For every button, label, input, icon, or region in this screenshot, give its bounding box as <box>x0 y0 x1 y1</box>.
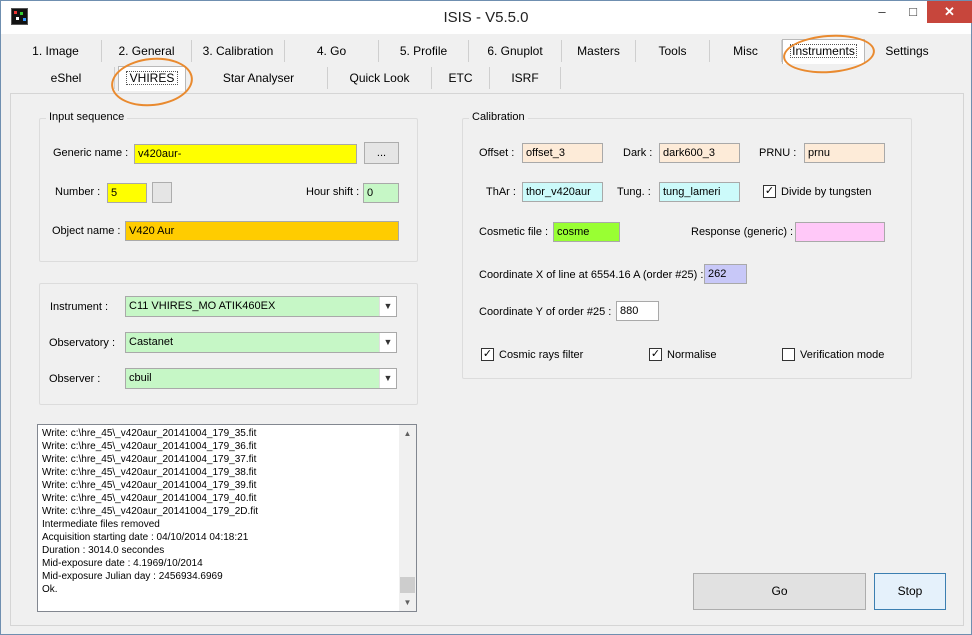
object-name-label: Object name : <box>52 225 121 237</box>
dark-field[interactable]: dark600_3 <box>659 143 740 163</box>
log-line: Mid-exposure Julian day : 2456934.6969 <box>42 571 223 582</box>
chevron-down-icon: ▼ <box>379 297 396 316</box>
generic-name-label: Generic name : <box>53 147 129 159</box>
tab-star-analyser[interactable]: Star Analyser <box>190 67 328 89</box>
observatory-value: Castanet <box>129 336 174 348</box>
observer-label: Observer : <box>49 373 101 385</box>
chevron-down-icon: ▼ <box>379 333 396 352</box>
minimize-button[interactable]: – <box>867 1 897 23</box>
log-line: Write: c:\hre_45\_v420aur_20141004_179_2… <box>42 506 259 517</box>
tab-etc[interactable]: ETC <box>432 67 490 89</box>
normalise-checkbox[interactable]: ✓ <box>649 348 662 361</box>
hour-shift-label: Hour shift : <box>306 186 360 198</box>
observatory-select[interactable]: Castanet ▼ <box>125 332 397 353</box>
tab-calibration[interactable]: 3. Calibration <box>192 40 285 62</box>
verification-mode-checkbox[interactable] <box>782 348 795 361</box>
log-line: Acquisition starting date : 04/10/2014 0… <box>42 532 249 543</box>
observer-select[interactable]: cbuil ▼ <box>125 368 397 389</box>
log-line: Write: c:\hre_45\_v420aur_20141004_179_3… <box>42 454 257 465</box>
thar-field[interactable]: thor_v420aur <box>522 182 603 202</box>
number-field[interactable]: 5 <box>107 183 147 203</box>
tab-masters[interactable]: Masters <box>562 40 636 62</box>
tab-quick-look[interactable]: Quick Look <box>328 67 432 89</box>
isis-window: ISIS - V5.5.0 – □ ✕ 1. Image 2. General … <box>0 0 972 635</box>
tab-image[interactable]: 1. Image <box>10 40 102 62</box>
instrument-label: Instrument : <box>50 301 109 313</box>
offset-field[interactable]: offset_3 <box>522 143 603 163</box>
response-field[interactable] <box>795 222 885 242</box>
log-line: Intermediate files removed <box>42 519 160 530</box>
tab-gnuplot[interactable]: 6. Gnuplot <box>469 40 562 62</box>
input-sequence-title: Input sequence <box>46 111 128 123</box>
observer-value: cbuil <box>129 372 152 384</box>
observatory-label: Observatory : <box>49 337 116 349</box>
window-title: ISIS - V5.5.0 <box>443 9 529 26</box>
tung-field[interactable]: tung_lameri <box>659 182 740 202</box>
scroll-down-icon[interactable]: ▼ <box>399 594 416 611</box>
chevron-down-icon: ▼ <box>379 369 396 388</box>
browse-button[interactable]: ... <box>364 142 399 164</box>
log-output[interactable]: Write: c:\hre_45\_v420aur_20141004_179_3… <box>37 424 417 612</box>
instrument-value: C11 VHIRES_MO ATIK460EX <box>129 300 276 312</box>
maximize-button[interactable]: □ <box>899 1 927 23</box>
cosmic-rays-label: Cosmic rays filter <box>499 349 584 361</box>
cosmic-rays-checkbox[interactable]: ✓ <box>481 348 494 361</box>
log-line: Duration : 3014.0 secondes <box>42 545 165 556</box>
prnu-label: PRNU : <box>759 147 797 159</box>
divide-by-tungsten-checkbox[interactable]: ✓ <box>763 185 776 198</box>
verification-mode-label: Verification mode <box>800 349 885 361</box>
close-button[interactable]: ✕ <box>927 1 972 23</box>
tab-settings[interactable]: Settings <box>870 40 944 62</box>
go-button[interactable]: Go <box>693 573 866 610</box>
prnu-field[interactable]: prnu <box>804 143 885 163</box>
coord-y-field[interactable]: 880 <box>616 301 659 321</box>
number-label: Number : <box>55 186 101 198</box>
tab-go[interactable]: 4. Go <box>285 40 379 62</box>
coord-x-label: Coordinate X of line at 6554.16 A (order… <box>479 269 704 281</box>
log-line: Write: c:\hre_45\_v420aur_20141004_179_3… <box>42 441 257 452</box>
cosmetic-file-label: Cosmetic file : <box>479 226 549 238</box>
normalise-label: Normalise <box>667 349 717 361</box>
dark-label: Dark : <box>623 147 653 159</box>
coord-x-field[interactable]: 262 <box>704 264 747 284</box>
log-line: Write: c:\hre_45\_v420aur_20141004_179_3… <box>42 480 257 491</box>
calibration-title: Calibration <box>469 111 528 123</box>
cosmetic-file-field[interactable]: cosme <box>553 222 620 242</box>
object-name-field[interactable]: V420 Aur <box>125 221 399 241</box>
number-button[interactable] <box>152 182 172 203</box>
response-label: Response (generic) : <box>691 226 794 238</box>
tab-isrf[interactable]: ISRF <box>490 67 561 89</box>
coord-y-label: Coordinate Y of order #25 : <box>479 306 612 318</box>
log-line: Write: c:\hre_45\_v420aur_20141004_179_3… <box>42 428 257 439</box>
log-lines: Write: c:\hre_45\_v420aur_20141004_179_3… <box>42 427 398 596</box>
tab-eshel[interactable]: eShel <box>18 67 115 89</box>
log-line: Mid-exposure date : 4.1969/10/2014 <box>42 558 203 569</box>
log-line: Ok. <box>42 584 58 595</box>
log-line: Write: c:\hre_45\_v420aur_20141004_179_3… <box>42 467 257 478</box>
tab-profile[interactable]: 5. Profile <box>379 40 469 62</box>
scroll-thumb[interactable] <box>400 577 415 593</box>
scroll-up-icon[interactable]: ▲ <box>399 425 416 442</box>
generic-name-field[interactable]: v420aur- <box>134 144 357 164</box>
title-bar: ISIS - V5.5.0 – □ ✕ <box>1 1 972 34</box>
tung-label: Tung. : <box>617 186 651 198</box>
stop-button[interactable]: Stop <box>874 573 946 610</box>
log-line: Write: c:\hre_45\_v420aur_20141004_179_4… <box>42 493 257 504</box>
tab-misc[interactable]: Misc <box>710 40 782 62</box>
divide-by-tungsten-label: Divide by tungsten <box>781 186 872 198</box>
hour-shift-field[interactable]: 0 <box>363 183 399 203</box>
instrument-select[interactable]: C11 VHIRES_MO ATIK460EX ▼ <box>125 296 397 317</box>
log-scrollbar[interactable]: ▲ ▼ <box>399 425 416 611</box>
thar-label: ThAr : <box>486 186 516 198</box>
tab-tools[interactable]: Tools <box>636 40 710 62</box>
offset-label: Offset : <box>479 147 515 159</box>
